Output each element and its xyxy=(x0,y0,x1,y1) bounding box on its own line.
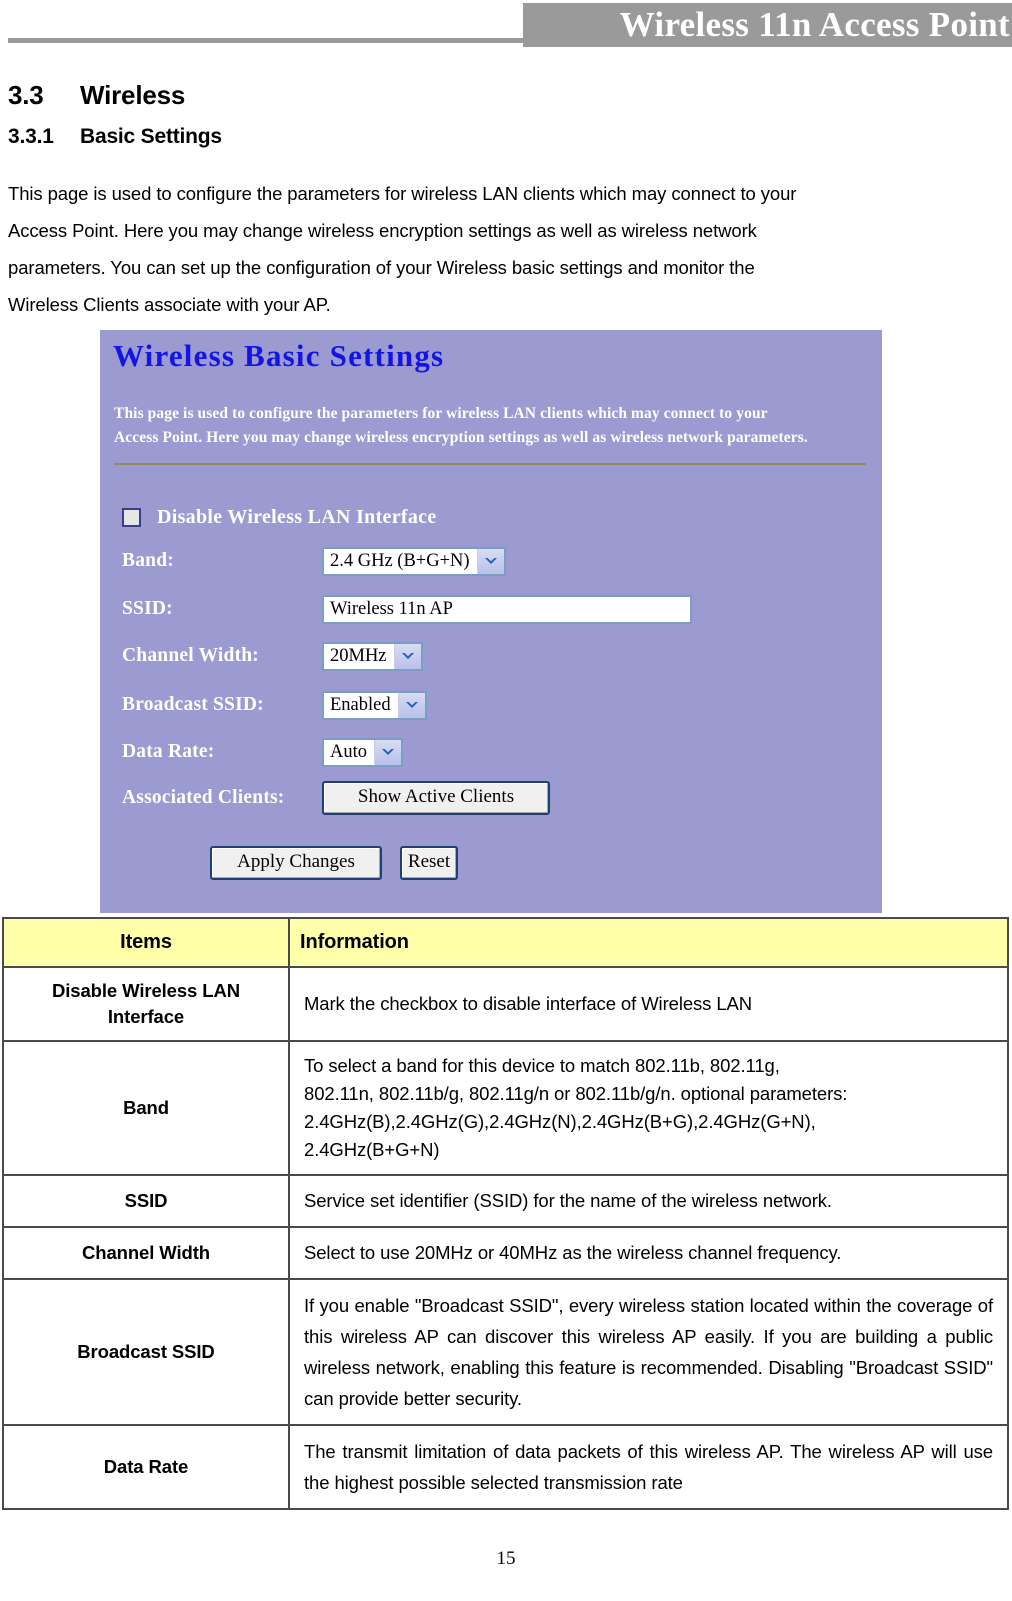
settings-description-table: Items Information Disable Wireless LAN I… xyxy=(2,917,1009,1510)
ssid-label: SSID: xyxy=(122,598,173,619)
table-row: Data Rate The transmit limitation of dat… xyxy=(2,1424,1009,1510)
show-active-clients-button[interactable]: Show Active Clients xyxy=(322,781,550,815)
table-row: Broadcast SSID If you enable "Broadcast … xyxy=(2,1278,1009,1426)
screenshot-action-buttons: Apply Changes Reset xyxy=(210,846,458,880)
band-select[interactable]: 2.4 GHz (B+G+N) xyxy=(322,546,506,576)
chevron-down-icon xyxy=(476,548,504,574)
intro-line-1: This page is used to configure the param… xyxy=(8,183,797,204)
section-heading-wireless: 3.3 Wireless xyxy=(8,80,185,111)
data-rate-select[interactable]: Auto xyxy=(322,737,403,767)
row-item-data-rate: Data Rate xyxy=(2,1424,290,1510)
screenshot-description-line-2: Access Point. Here you may change wirele… xyxy=(114,429,808,446)
intro-line-2: Access Point. Here you may change wirele… xyxy=(8,220,757,241)
wireless-basic-settings-screenshot: Wireless Basic Settings This page is use… xyxy=(100,330,882,913)
subsection-title: Basic Settings xyxy=(80,125,222,148)
row-info-channel-width: Select to use 20MHz or 40MHz as the wire… xyxy=(288,1226,1009,1280)
chevron-down-icon xyxy=(374,739,401,765)
broadcast-ssid-select-value: Enabled xyxy=(330,694,391,715)
ssid-row: SSID: Wireless 11n AP xyxy=(122,594,692,624)
column-header-information: Information xyxy=(288,917,1009,968)
screenshot-page-title: Wireless Basic Settings xyxy=(113,338,445,373)
table-row: SSID Service set identifier (SSID) for t… xyxy=(2,1174,1009,1228)
data-rate-label: Data Rate: xyxy=(122,741,215,762)
row-info-data-rate: The transmit limitation of data packets … xyxy=(288,1424,1009,1510)
broadcast-ssid-label: Broadcast SSID: xyxy=(122,694,264,715)
table-row: Band To select a band for this device to… xyxy=(2,1040,1009,1176)
row-info-band: To select a band for this device to matc… xyxy=(288,1040,1009,1176)
intro-paragraph: This page is used to configure the param… xyxy=(8,175,980,323)
data-rate-select-value: Auto xyxy=(330,741,367,762)
disable-wireless-lan-row: Disable Wireless LAN Interface xyxy=(122,506,437,529)
chevron-down-icon xyxy=(397,692,425,718)
intro-line-4: Wireless Clients associate with your AP. xyxy=(8,294,331,315)
row-item-ssid: SSID xyxy=(2,1174,290,1228)
table-row: Disable Wireless LAN Interface Mark the … xyxy=(2,966,1009,1042)
row-info-ssid: Service set identifier (SSID) for the na… xyxy=(288,1174,1009,1228)
channel-width-row: Channel Width: 20MHz xyxy=(122,641,423,671)
header-rule xyxy=(8,38,523,43)
table-header-row: Items Information xyxy=(2,917,1009,968)
broadcast-ssid-row: Broadcast SSID: Enabled xyxy=(122,690,427,720)
screenshot-description-line-1: This page is used to configure the param… xyxy=(114,405,768,422)
row-info-disable-wireless-lan-interface: Mark the checkbox to disable interface o… xyxy=(288,966,1009,1042)
band-label: Band: xyxy=(122,550,174,571)
subsection-heading-basic-settings: 3.3.1 Basic Settings xyxy=(8,125,222,149)
intro-line-3: parameters. You can set up the configura… xyxy=(8,257,755,278)
disable-wireless-lan-checkbox[interactable] xyxy=(122,508,141,527)
apply-changes-button[interactable]: Apply Changes xyxy=(210,846,382,880)
row-item-channel-width: Channel Width xyxy=(2,1226,290,1280)
associated-clients-label: Associated Clients: xyxy=(122,787,285,808)
row-info-broadcast-ssid: If you enable "Broadcast SSID", every wi… xyxy=(288,1278,1009,1426)
row-item-band: Band xyxy=(2,1040,290,1176)
screenshot-separator xyxy=(114,463,866,465)
reset-button[interactable]: Reset xyxy=(400,846,458,880)
section-number: 3.3 xyxy=(8,80,44,110)
page-number: 15 xyxy=(496,1548,516,1569)
channel-width-label: Channel Width: xyxy=(122,645,260,666)
section-title: Wireless xyxy=(80,80,186,110)
data-rate-row: Data Rate: Auto xyxy=(122,737,403,767)
column-header-items: Items xyxy=(2,917,290,968)
table-row: Channel Width Select to use 20MHz or 40M… xyxy=(2,1226,1009,1280)
disable-wireless-lan-label: Disable Wireless LAN Interface xyxy=(157,506,437,528)
ssid-input[interactable]: Wireless 11n AP xyxy=(322,594,692,624)
chevron-down-icon xyxy=(393,643,421,669)
channel-width-select[interactable]: 20MHz xyxy=(322,641,423,671)
row-item-broadcast-ssid: Broadcast SSID xyxy=(2,1278,290,1426)
band-row: Band: 2.4 GHz (B+G+N) xyxy=(122,546,506,576)
screenshot-description: This page is used to configure the param… xyxy=(114,402,864,450)
row-item-disable-wireless-lan-interface: Disable Wireless LAN Interface xyxy=(2,966,290,1042)
band-select-value: 2.4 GHz (B+G+N) xyxy=(330,550,470,571)
header-title: Wireless 11n Access Point xyxy=(523,3,1012,47)
channel-width-select-value: 20MHz xyxy=(330,645,387,666)
document-running-header: Wireless 11n Access Point xyxy=(0,0,1012,52)
associated-clients-row: Associated Clients: Show Active Clients xyxy=(122,781,550,815)
broadcast-ssid-select[interactable]: Enabled xyxy=(322,690,427,720)
subsection-number: 3.3.1 xyxy=(8,125,54,148)
